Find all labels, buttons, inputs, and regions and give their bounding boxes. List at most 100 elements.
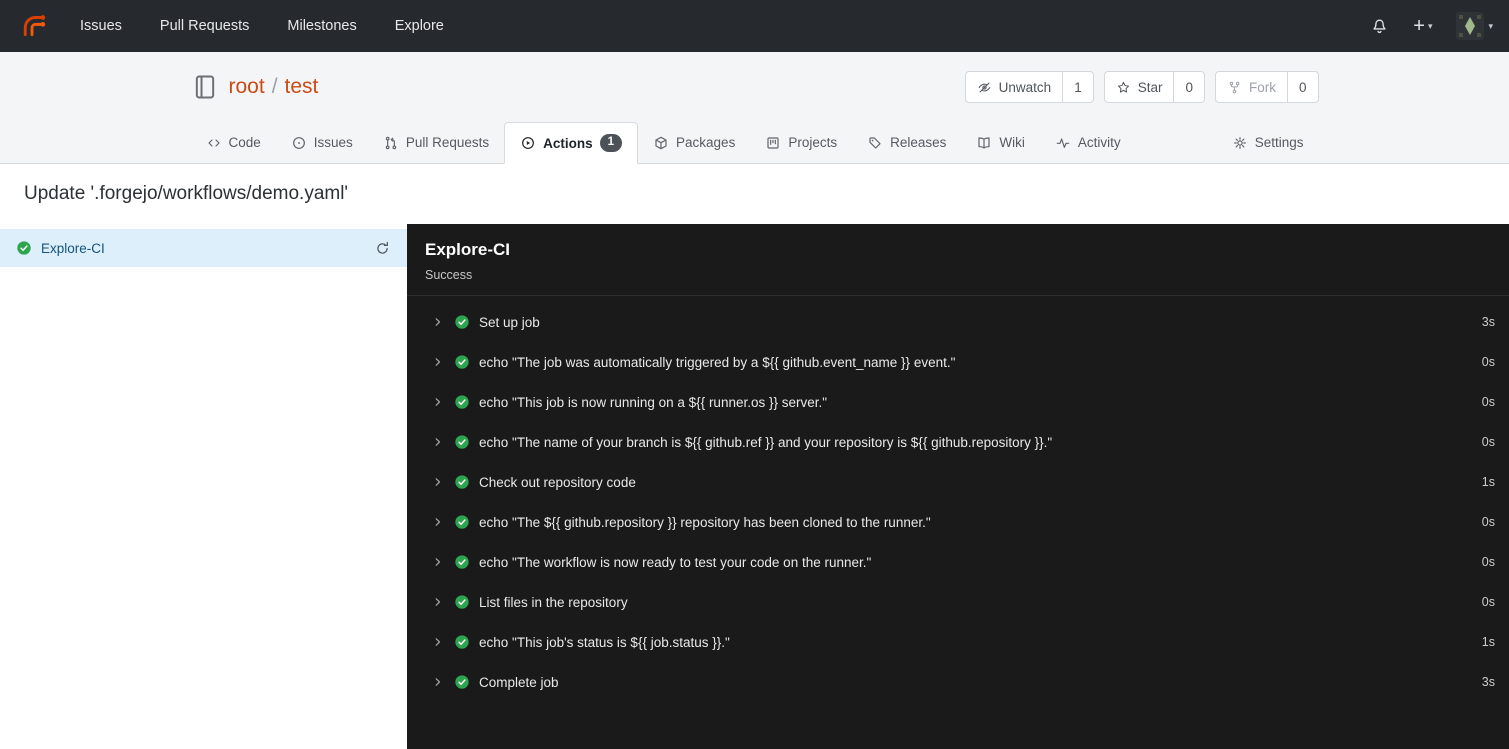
stars-count[interactable]: 0 xyxy=(1173,72,1204,102)
steps-list: Set up job 3s echo "The job was automati… xyxy=(407,296,1509,702)
log-header: Explore-CI Success xyxy=(407,224,1509,296)
pulse-icon xyxy=(1055,135,1071,151)
nav-item-milestones[interactable]: Milestones xyxy=(287,18,356,34)
success-check-icon xyxy=(454,354,470,370)
nav-item-pull-requests[interactable]: Pull Requests xyxy=(160,18,249,34)
tab-pull-requests[interactable]: Pull Requests xyxy=(368,122,504,163)
chevron-right-icon xyxy=(431,515,445,529)
fork-label: Fork xyxy=(1248,79,1276,95)
chevron-right-icon xyxy=(431,595,445,609)
step-row[interactable]: echo "This job is now running on a ${{ r… xyxy=(407,382,1509,422)
nav-item-issues[interactable]: Issues xyxy=(80,18,122,34)
tab-wiki[interactable]: Wiki xyxy=(961,122,1040,163)
step-duration: 0s xyxy=(1481,395,1495,409)
step-name: Check out repository code xyxy=(479,474,636,490)
refresh-icon xyxy=(374,240,391,257)
step-row[interactable]: echo "The job was automatically triggere… xyxy=(407,342,1509,382)
step-name: echo "This job's status is ${{ job.statu… xyxy=(479,634,730,650)
forks-count[interactable]: 0 xyxy=(1286,72,1318,102)
step-name: echo "The ${{ github.repository }} repos… xyxy=(479,514,931,530)
log-job-title: Explore-CI xyxy=(425,240,511,259)
step-name: List files in the repository xyxy=(479,594,628,610)
step-name: Set up job xyxy=(479,314,540,330)
star-button-group: Star 0 xyxy=(1103,71,1205,103)
step-row[interactable]: Check out repository code 1s xyxy=(407,462,1509,502)
step-duration: 0s xyxy=(1481,435,1495,449)
chevron-down-icon: ▾ xyxy=(1427,20,1433,31)
issue-circle-icon xyxy=(291,135,307,151)
chevron-right-icon xyxy=(431,635,445,649)
plus-icon: + xyxy=(1413,15,1425,37)
success-check-icon xyxy=(454,434,470,450)
project-board-icon xyxy=(765,135,781,151)
fork-button[interactable]: Fork xyxy=(1216,72,1287,102)
log-job-status: Success xyxy=(425,268,473,282)
success-check-icon xyxy=(454,394,470,410)
unwatch-label: Unwatch xyxy=(998,79,1052,95)
bell-icon xyxy=(1370,17,1389,36)
step-row[interactable]: echo "The name of your branch is ${{ git… xyxy=(407,422,1509,462)
nav-item-explore[interactable]: Explore xyxy=(395,18,444,34)
tab-code[interactable]: Code xyxy=(191,122,276,163)
step-duration: 0s xyxy=(1481,355,1495,369)
star-label: Star xyxy=(1137,79,1163,95)
job-item-explore-ci[interactable]: Explore-CI xyxy=(0,229,407,267)
step-duration: 1s xyxy=(1481,475,1495,489)
tab-pull-requests-label: Pull Requests xyxy=(405,135,490,150)
watchers-count[interactable]: 1 xyxy=(1062,72,1093,102)
step-row[interactable]: echo "The workflow is now ready to test … xyxy=(407,542,1509,582)
user-menu[interactable]: ▾ xyxy=(1456,12,1493,40)
success-check-icon xyxy=(454,314,470,330)
forgejo-logo[interactable] xyxy=(20,12,48,40)
tab-settings-label: Settings xyxy=(1254,135,1304,150)
repo-icon xyxy=(191,73,219,101)
step-row[interactable]: Set up job 3s xyxy=(407,302,1509,342)
fork-icon xyxy=(1227,80,1242,95)
chevron-right-icon xyxy=(431,355,445,369)
tab-issues[interactable]: Issues xyxy=(276,122,368,163)
navbar-links: Issues Pull Requests Milestones Explore xyxy=(80,18,444,34)
star-button[interactable]: Star xyxy=(1105,72,1174,102)
tab-actions[interactable]: Actions 1 xyxy=(504,122,639,164)
pull-request-icon xyxy=(383,135,399,151)
tab-projects[interactable]: Projects xyxy=(750,122,852,163)
rerun-job-button[interactable] xyxy=(374,240,391,257)
navbar-right: + ▾ ▾ xyxy=(1370,12,1493,40)
step-name: echo "The name of your branch is ${{ git… xyxy=(479,434,1053,450)
tab-packages-label: Packages xyxy=(676,135,736,150)
chevron-right-icon xyxy=(431,475,445,489)
tab-actions-label: Actions xyxy=(543,135,593,151)
tab-releases[interactable]: Releases xyxy=(852,122,961,163)
play-circle-icon xyxy=(520,135,536,151)
step-name: echo "This job is now running on a ${{ r… xyxy=(479,394,828,410)
step-duration: 3s xyxy=(1481,315,1495,329)
notifications-button[interactable] xyxy=(1370,17,1389,36)
step-row[interactable]: echo "The ${{ github.repository }} repos… xyxy=(407,502,1509,542)
repo-name-link[interactable]: test xyxy=(285,75,319,99)
avatar xyxy=(1456,12,1485,40)
step-duration: 3s xyxy=(1481,675,1495,689)
tab-wiki-label: Wiki xyxy=(999,135,1025,150)
tab-settings[interactable]: Settings xyxy=(1217,122,1319,163)
step-row[interactable]: Complete job 3s xyxy=(407,662,1509,702)
step-duration: 0s xyxy=(1481,595,1495,609)
tab-activity-label: Activity xyxy=(1077,135,1121,150)
success-check-icon xyxy=(454,514,470,530)
tab-packages[interactable]: Packages xyxy=(638,122,750,163)
chevron-right-icon xyxy=(431,435,445,449)
repo-action-buttons: Unwatch 1 Star 0 Fork 0 xyxy=(964,71,1319,103)
success-check-icon xyxy=(454,634,470,650)
step-duration: 0s xyxy=(1481,515,1495,529)
tab-code-label: Code xyxy=(228,135,261,150)
tab-releases-label: Releases xyxy=(890,135,947,150)
repo-breadcrumb: root / test xyxy=(229,75,319,99)
repo-owner-link[interactable]: root xyxy=(229,75,265,99)
step-row[interactable]: echo "This job's status is ${{ job.statu… xyxy=(407,622,1509,662)
chevron-right-icon xyxy=(431,395,445,409)
chevron-right-icon xyxy=(431,555,445,569)
job-log-panel: Explore-CI Success Set up job 3s echo "T… xyxy=(407,224,1509,749)
step-row[interactable]: List files in the repository 0s xyxy=(407,582,1509,622)
tab-activity[interactable]: Activity xyxy=(1040,122,1136,163)
unwatch-button[interactable]: Unwatch xyxy=(966,72,1063,102)
create-new-dropdown[interactable]: + ▾ xyxy=(1413,16,1432,36)
